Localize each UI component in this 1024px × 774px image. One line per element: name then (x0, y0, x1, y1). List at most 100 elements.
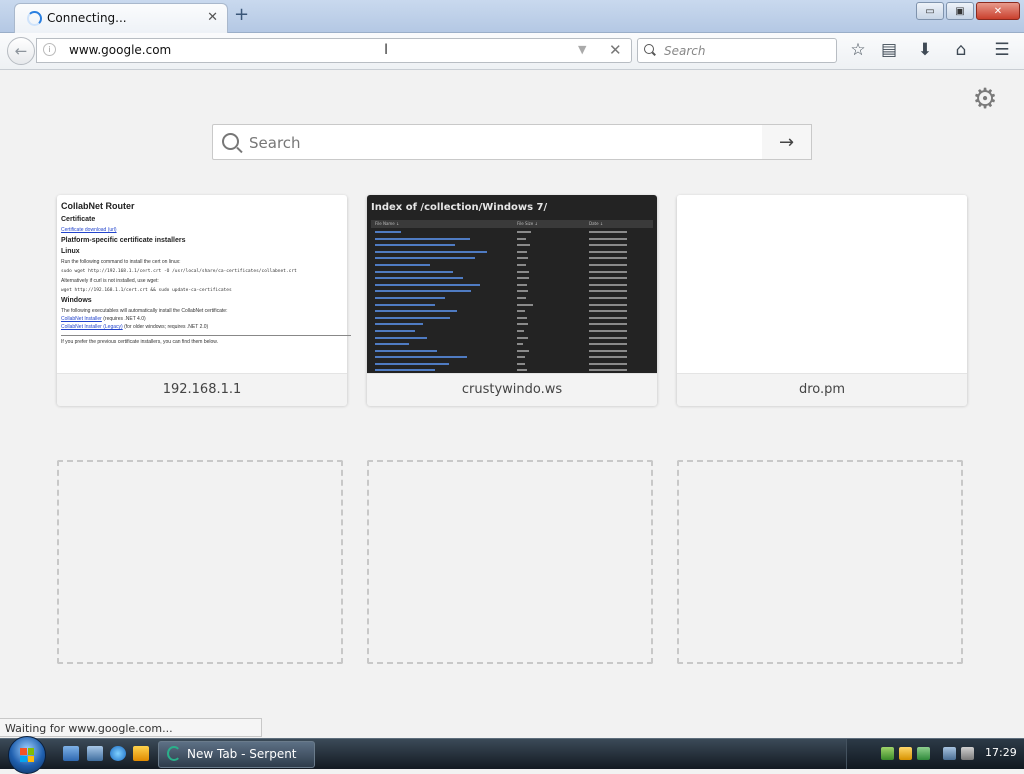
tab-close-icon[interactable]: ✕ (207, 10, 218, 25)
thumb-row (371, 348, 653, 355)
text-cursor-icon: I (384, 42, 389, 58)
stop-loading-icon[interactable]: ✕ (609, 41, 622, 59)
thumb-row-date (589, 283, 627, 286)
maximize-button[interactable]: ▣ (946, 2, 974, 20)
top-site-tile[interactable]: dro.pm (677, 195, 967, 406)
bookmark-star-icon[interactable]: ☆ (846, 39, 870, 61)
network-sharing-icon[interactable] (881, 747, 894, 760)
top-site-tile[interactable]: CollabNet Router Certificate Certificate… (57, 195, 351, 406)
thumb-row-date (589, 263, 627, 266)
settings-gear-icon[interactable]: ⚙ (970, 84, 1000, 114)
thumb-row-name (375, 283, 480, 286)
minimize-button[interactable]: ▭ (916, 2, 944, 20)
thumb-row-size (517, 270, 529, 273)
history-dropdown-icon[interactable]: ▼ (578, 43, 586, 56)
thumb-row-date (589, 316, 627, 319)
reading-list-icon[interactable]: ▤ (877, 39, 901, 61)
loading-spinner-icon (27, 11, 42, 26)
home-icon[interactable]: ⌂ (949, 39, 973, 61)
thumb-row-name (375, 369, 435, 372)
thumb-row (371, 302, 653, 309)
taskbar-app-button[interactable]: New Tab - Serpent (158, 741, 315, 768)
thumb-rows (371, 229, 653, 373)
thumb-col-size: File Size ↓ (517, 221, 538, 226)
thumb-row-date (589, 329, 627, 332)
thumb-row-date (589, 290, 627, 293)
taskbar: New Tab - Serpent 17:29 (0, 736, 1024, 774)
clock[interactable]: 17:29 (985, 746, 1017, 759)
thumb-row-size (517, 283, 527, 286)
thumb-row (371, 341, 653, 348)
internet-explorer-icon[interactable] (110, 746, 126, 761)
thumb-row (371, 295, 653, 302)
thumb-row-date (589, 277, 627, 280)
empty-tile-slot (677, 460, 963, 664)
thumb-text: Alternatively if curl is not installed, … (61, 278, 159, 284)
volume-muted-icon[interactable] (961, 747, 974, 760)
thumb-row-date (589, 303, 627, 306)
page-search-input[interactable] (247, 131, 751, 155)
media-player-icon[interactable] (133, 746, 149, 761)
thumb-row (371, 255, 653, 262)
thumb-title: CollabNet Router (61, 201, 135, 211)
status-text: Waiting for www.google.com... (0, 718, 262, 737)
show-desktop-icon[interactable] (63, 746, 79, 761)
thumb-row (371, 308, 653, 315)
download-icon[interactable]: ⬇ (913, 39, 937, 61)
url-bar[interactable]: i www.google.com I ▼ ✕ (36, 38, 632, 63)
windows-logo-icon (20, 748, 34, 762)
network-icon[interactable] (943, 747, 956, 760)
toolbar-search[interactable] (637, 38, 837, 63)
tab-active[interactable]: Connecting... ✕ (14, 3, 228, 33)
thumb-row-name (375, 244, 455, 247)
thumb-row-date (589, 349, 627, 352)
start-button[interactable] (8, 736, 46, 774)
top-site-tile[interactable]: Index of /collection/Windows 7/ File Nam… (367, 195, 657, 406)
back-button[interactable]: ← (7, 37, 35, 65)
new-tab-button[interactable]: + (234, 5, 249, 25)
thumb-row-size (517, 349, 529, 352)
thumb-row-date (589, 343, 627, 346)
site-info-icon[interactable]: i (43, 43, 56, 56)
thumb-row-name (375, 329, 415, 332)
url-text[interactable]: www.google.com (69, 43, 171, 57)
search-go-button[interactable]: → (762, 124, 812, 160)
thumb-row-date (589, 362, 627, 365)
thumb-row-name (375, 296, 445, 299)
thumb-column-headers: File Name ↓ File Size ↓ Date ↓ (371, 220, 653, 228)
thumb-row-size (517, 316, 527, 319)
thumb-row-name (375, 237, 470, 240)
thumb-row-size (517, 231, 531, 233)
window-controls: ▭ ▣ ✕ (916, 2, 1020, 20)
thumb-row-size (517, 296, 526, 299)
thumb-text: The following executables will automatic… (61, 308, 228, 314)
new-tab-page: ⚙ → CollabNet Router Certificate Certifi… (0, 70, 1024, 738)
thumb-row (371, 275, 653, 282)
switch-windows-icon[interactable] (87, 746, 103, 761)
thumb-row-size (517, 303, 533, 306)
thumb-row-size (517, 343, 523, 346)
thumb-row-date (589, 356, 627, 359)
thumb-row-size (517, 250, 527, 253)
thumb-text: Run the following command to install the… (61, 259, 181, 265)
toolbar-search-input[interactable] (662, 42, 832, 60)
page-search[interactable] (212, 124, 763, 160)
close-window-button[interactable]: ✕ (976, 2, 1020, 20)
thumb-subheading: Linux (61, 248, 80, 255)
thumb-row-date (589, 257, 627, 260)
thumb-row (371, 229, 653, 236)
menu-icon[interactable]: ☰ (990, 39, 1014, 61)
tile-thumbnail (677, 195, 967, 373)
security-shield-icon[interactable] (899, 747, 912, 760)
thumb-row (371, 262, 653, 269)
thumb-row-name (375, 362, 449, 365)
antivirus-icon[interactable] (917, 747, 930, 760)
thumb-row-size (517, 336, 528, 339)
tile-label: dro.pm (677, 373, 967, 406)
thumb-row-name (375, 231, 401, 233)
thumb-row (371, 236, 653, 243)
thumb-row-date (589, 231, 627, 233)
taskbar-app-label: New Tab - Serpent (187, 747, 297, 761)
thumb-row-date (589, 270, 627, 273)
thumb-row-date (589, 323, 627, 326)
